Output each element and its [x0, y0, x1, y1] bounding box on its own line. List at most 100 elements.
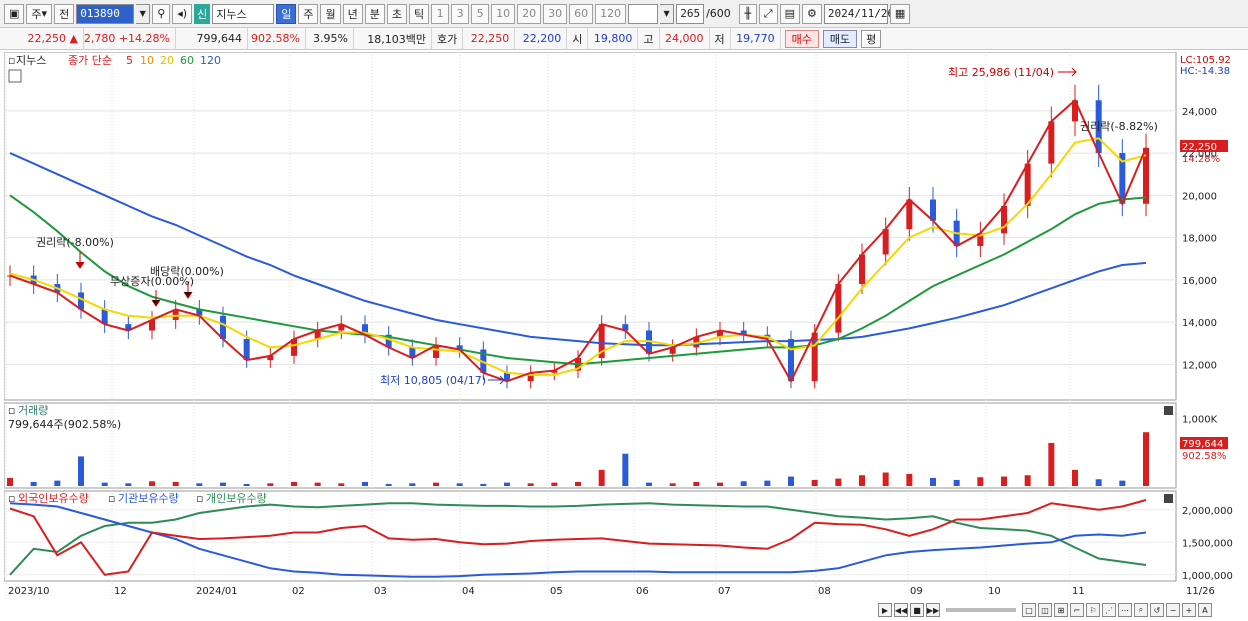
last-volume-pct-label: 902.58%	[1182, 451, 1227, 462]
volume-tick-label: 1,000K	[1182, 415, 1218, 426]
interval-10-button[interactable]: 10	[491, 3, 516, 24]
stock-chart[interactable]: 24,00022,00020,00018,00016,00014,00012,0…	[4, 52, 1244, 600]
tool-g-icon[interactable]: ⋯	[1118, 603, 1132, 617]
tool-a-icon[interactable]: □	[1022, 603, 1036, 617]
tool-i-icon[interactable]: ↺	[1150, 603, 1164, 617]
volume-close-icon[interactable]	[1164, 406, 1173, 415]
interval-3-button[interactable]: 3	[451, 3, 470, 24]
candle-body	[835, 284, 842, 333]
interval-60-button[interactable]: 60	[569, 3, 594, 24]
period-tick-button[interactable]: 틱	[408, 3, 430, 24]
candle-type-icon[interactable]: ╫	[738, 3, 757, 24]
last-price-label: 22,250	[1182, 142, 1217, 153]
volume-bar	[835, 478, 842, 486]
open-label: 시	[567, 27, 589, 50]
price-tick-label: 24,000	[1182, 107, 1217, 118]
code-dropdown-icon[interactable]: ▼	[136, 3, 151, 24]
stock-name-field[interactable]: 지누스	[212, 3, 275, 24]
period-month-button[interactable]: 월	[320, 3, 341, 24]
open-price: 19,800	[588, 27, 639, 50]
tool-b-icon[interactable]: ◫	[1038, 603, 1052, 617]
legend-close-label: 종가 단순	[68, 54, 112, 67]
calendar-icon[interactable]: ▦	[889, 3, 911, 24]
price-tick-label: 20,000	[1182, 191, 1217, 202]
display-count-input[interactable]: 265	[676, 3, 705, 24]
volume-marker-icon: ▫	[8, 404, 15, 417]
holding-tick-label: 2,000,000	[1182, 506, 1233, 517]
speaker-icon[interactable]: ◂)	[172, 3, 193, 24]
scroll-last-icon[interactable]: ▶▶	[926, 603, 940, 617]
interval-30-button[interactable]: 30	[543, 3, 568, 24]
period-minute-button[interactable]: 분	[364, 3, 385, 24]
tool-e-icon[interactable]: ⚐	[1086, 603, 1100, 617]
legend-ma5: 5	[126, 54, 133, 67]
x-tick-label: 05	[550, 586, 563, 597]
volume-bar	[598, 469, 605, 486]
period-type-select[interactable]: 주 ▾	[26, 3, 53, 24]
font-size-icon[interactable]: A	[1198, 603, 1212, 617]
turnover-ratio: 3.95%	[306, 27, 354, 50]
x-tick-label: 2024/01	[196, 586, 238, 597]
annotation-high: 최고 25,986 (11/04)	[948, 66, 1054, 79]
stock-code-input[interactable]: 013890	[76, 3, 135, 24]
volume-title[interactable]: 거래량	[18, 404, 48, 417]
interval-120-button[interactable]: 120	[595, 3, 627, 24]
period-year-button[interactable]: 년	[342, 3, 363, 24]
period-second-button[interactable]: 초	[386, 3, 407, 24]
custom-interval-input[interactable]	[628, 3, 659, 24]
interval-20-button[interactable]: 20	[517, 3, 542, 24]
candle-body	[859, 254, 865, 285]
trade-amount: 18,103백만	[354, 27, 432, 50]
tool-h-icon[interactable]: ⌕	[1134, 603, 1148, 617]
zoom-out-icon[interactable]: −	[1166, 603, 1180, 617]
search-icon[interactable]: ⚲	[152, 3, 171, 24]
volume-bar	[1024, 475, 1031, 486]
interval-dropdown-icon[interactable]: ▼	[660, 3, 675, 24]
tool-f-icon[interactable]: ⋰	[1102, 603, 1116, 617]
candle-body	[220, 315, 226, 339]
buy-button[interactable]: 매수	[784, 29, 819, 48]
candle-body	[1024, 163, 1031, 206]
volume-bar	[693, 481, 700, 486]
holding-legend-institution[interactable]: 기관보유수량	[118, 492, 179, 505]
holding-close-icon[interactable]	[1164, 494, 1173, 503]
period-week-button[interactable]: 주	[298, 3, 319, 24]
stop-icon[interactable]: ■	[910, 603, 924, 617]
ask-price: 22,250	[463, 27, 516, 50]
calculator-icon[interactable]	[8, 69, 22, 83]
zoom-slider[interactable]	[946, 608, 1016, 612]
holding-legend-individual[interactable]: 개인보유수량	[206, 492, 267, 505]
tool-c-icon[interactable]: ⊞	[1054, 603, 1068, 617]
volume-bar	[953, 479, 960, 486]
line-draw-icon[interactable]: ⤢	[758, 3, 778, 24]
scroll-right-icon[interactable]: ▶	[878, 603, 892, 617]
tool-d-icon[interactable]: ⌐	[1070, 603, 1084, 617]
volume-bar	[622, 453, 629, 486]
date-input[interactable]: 2024/11/26	[823, 3, 894, 24]
volume-bar	[764, 480, 771, 486]
layout-icon[interactable]: ▣	[4, 3, 25, 24]
save-icon[interactable]: ▤	[779, 3, 800, 24]
sell-button[interactable]: 매도	[822, 29, 858, 48]
holding-legend-foreign[interactable]: 외국인보유수량	[18, 492, 89, 505]
interval-1-button[interactable]: 1	[431, 3, 450, 24]
annotation-low: 최저 10,805 (04/17)	[380, 374, 486, 387]
prev-button[interactable]: 전	[54, 3, 75, 24]
legend-ma20: 20	[160, 54, 174, 67]
zoom-in-icon[interactable]: +	[1182, 603, 1196, 617]
volume-bar	[977, 477, 984, 486]
evaluate-button[interactable]: 평	[861, 29, 882, 48]
low-label: 저	[710, 27, 731, 50]
annotation-rights-1: 권리락(-8.00%)	[36, 236, 114, 249]
period-day-button[interactable]: 일	[276, 3, 297, 24]
price-tick-label: 16,000	[1182, 276, 1217, 287]
volume-readout: 799,644주(902.58%)	[8, 418, 121, 431]
interval-5-button[interactable]: 5	[471, 3, 490, 24]
volume-bar	[646, 482, 652, 486]
gear-icon[interactable]: ⚙	[802, 3, 822, 24]
legend-stock-name[interactable]: 지누스	[16, 54, 46, 67]
volume-bar	[196, 483, 203, 486]
volume-bar	[456, 483, 463, 486]
scroll-first-icon[interactable]: ◀◀	[894, 603, 908, 617]
new-badge: 신	[194, 3, 211, 24]
